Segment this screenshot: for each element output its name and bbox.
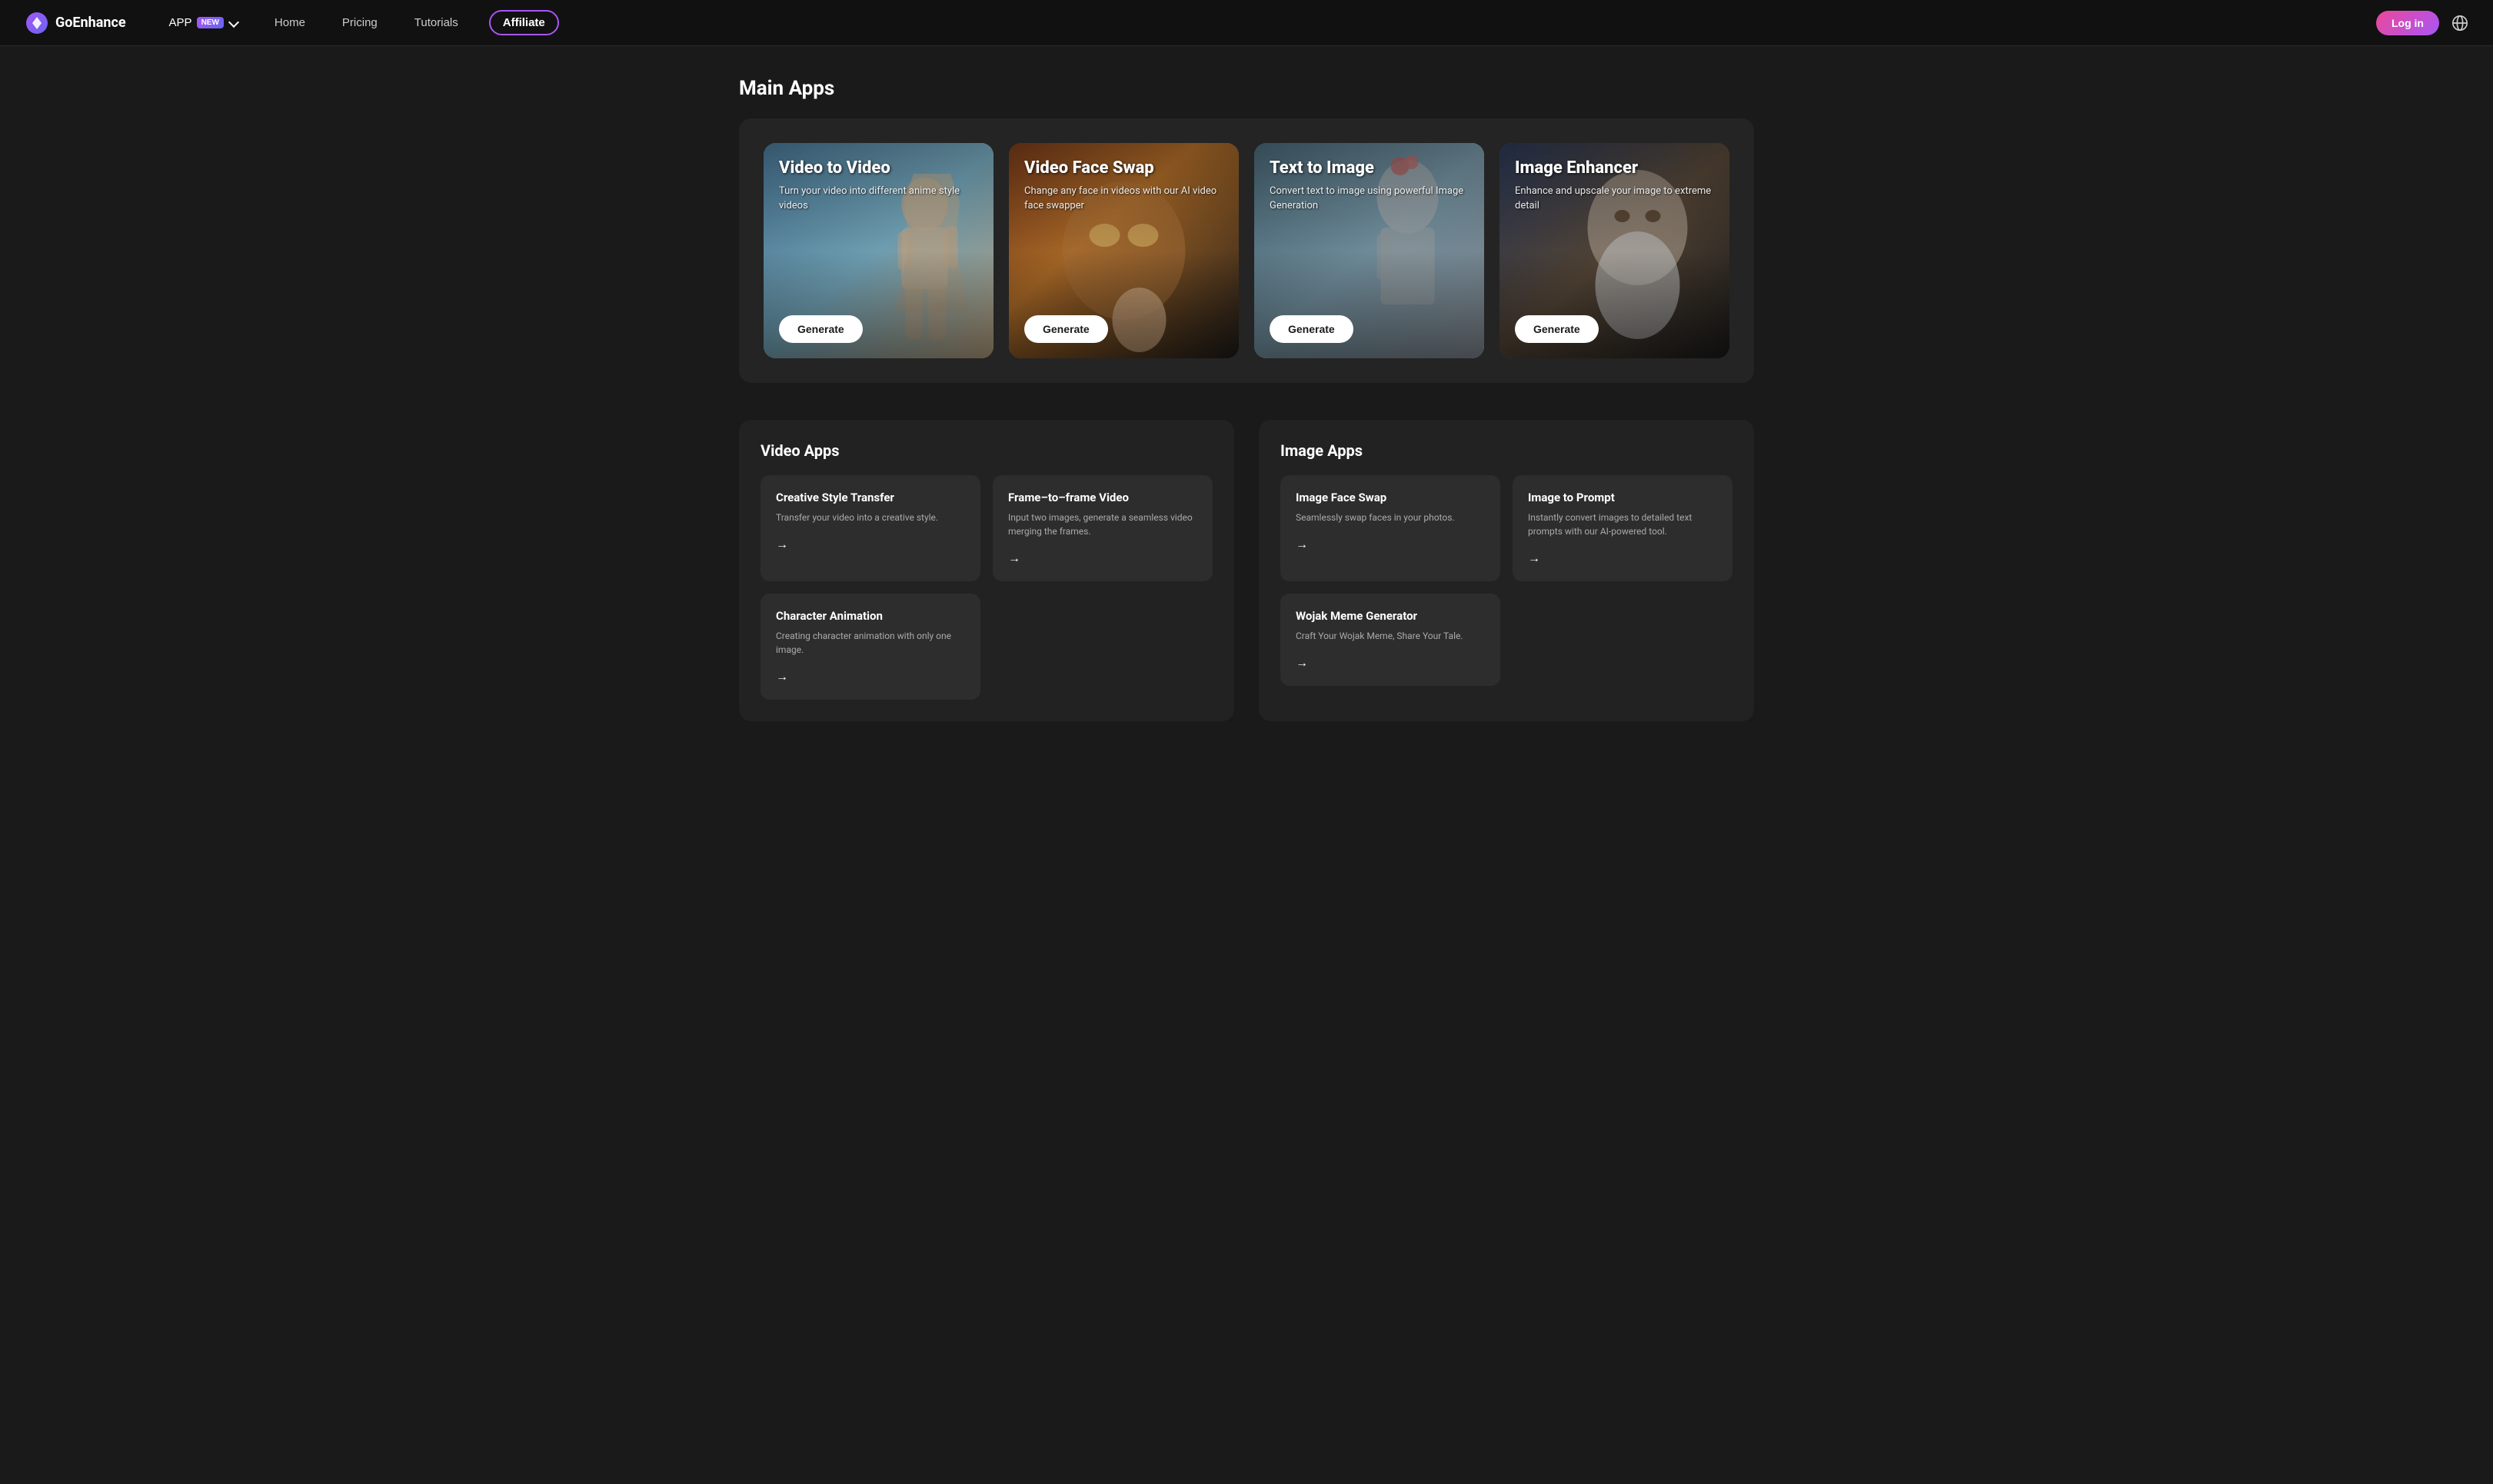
image-apps-grid: Image Face Swap Seamlessly swap faces in… — [1280, 475, 1732, 686]
ftf-arrow[interactable]: → — [1008, 551, 1020, 566]
card-image-enhancer[interactable]: Image Enhancer Enhance and upscale your … — [1499, 143, 1729, 358]
cst-arrow[interactable]: → — [776, 537, 788, 552]
card-overlay-v2v: Video to Video Turn your video into diff… — [764, 143, 994, 358]
card-image-face-swap[interactable]: Image Face Swap Seamlessly swap faces in… — [1280, 475, 1500, 581]
new-badge: New — [197, 17, 224, 28]
vfs-desc: Change any face in videos with our AI vi… — [1024, 185, 1223, 212]
app-menu-button[interactable]: APP New — [163, 12, 244, 34]
chevron-down-icon — [228, 16, 239, 27]
video-apps-grid: Creative Style Transfer Transfer your vi… — [761, 475, 1213, 700]
card-overlay-t2i: Text to Image Convert text to image usin… — [1254, 143, 1484, 358]
vfs-title: Video Face Swap — [1024, 158, 1223, 178]
v2v-generate-button[interactable]: Generate — [779, 315, 863, 343]
card-creative-style-transfer[interactable]: Creative Style Transfer Transfer your vi… — [761, 475, 980, 581]
pricing-nav-link[interactable]: Pricing — [336, 12, 384, 34]
main-apps-grid: Video to Video Turn your video into diff… — [764, 143, 1729, 358]
card-character-animation[interactable]: Character Animation Creating character a… — [761, 594, 980, 700]
v2v-desc: Turn your video into different anime sty… — [779, 185, 978, 212]
ftf-desc: Input two images, generate a seamless vi… — [1008, 511, 1197, 538]
image-apps-title: Image Apps — [1280, 441, 1732, 460]
itp-arrow[interactable]: → — [1528, 551, 1540, 566]
t2i-generate-button[interactable]: Generate — [1270, 315, 1353, 343]
card-text-to-image[interactable]: Text to Image Convert text to image usin… — [1254, 143, 1484, 358]
navbar: GoEnhance APP New Home Pricing Tutorials… — [0, 0, 2493, 46]
card-video-to-video[interactable]: Video to Video Turn your video into diff… — [764, 143, 994, 358]
ca-title: Character Animation — [776, 609, 965, 623]
main-apps-container: Video to Video Turn your video into diff… — [739, 118, 1754, 383]
card-top-vfs: Video Face Swap Change any face in video… — [1024, 158, 1223, 315]
ca-desc: Creating character animation with only o… — [776, 629, 965, 657]
ifs-desc: Seamlessly swap faces in your photos. — [1296, 511, 1485, 524]
app-label: APP — [169, 16, 192, 29]
card-frame-to-frame[interactable]: Frame–to–frame Video Input two images, g… — [993, 475, 1213, 581]
main-content: Main Apps — [708, 46, 1785, 752]
card-image-to-prompt[interactable]: Image to Prompt Instantly convert images… — [1513, 475, 1732, 581]
cst-title: Creative Style Transfer — [776, 491, 965, 504]
ca-arrow[interactable]: → — [776, 669, 788, 684]
lower-sections: Video Apps Creative Style Transfer Trans… — [739, 420, 1754, 721]
card-overlay-vfs: Video Face Swap Change any face in video… — [1009, 143, 1239, 358]
v2v-title: Video to Video — [779, 158, 978, 178]
ifs-title: Image Face Swap — [1296, 491, 1485, 504]
brand-name: GoEnhance — [55, 15, 126, 31]
itp-title: Image to Prompt — [1528, 491, 1717, 504]
itp-desc: Instantly convert images to detailed tex… — [1528, 511, 1717, 538]
ifs-arrow[interactable]: → — [1296, 537, 1308, 552]
ftf-title: Frame–to–frame Video — [1008, 491, 1197, 504]
ie-title: Image Enhancer — [1515, 158, 1714, 178]
cst-desc: Transfer your video into a creative styl… — [776, 511, 965, 524]
card-video-face-swap[interactable]: Video Face Swap Change any face in video… — [1009, 143, 1239, 358]
vfs-generate-button[interactable]: Generate — [1024, 315, 1108, 343]
image-apps-section: Image Apps Image Face Swap Seamlessly sw… — [1259, 420, 1754, 721]
affiliate-nav-link[interactable]: Affiliate — [489, 10, 559, 35]
logo[interactable]: GoEnhance — [25, 11, 126, 35]
language-button[interactable] — [2451, 15, 2468, 32]
video-apps-section: Video Apps Creative Style Transfer Trans… — [739, 420, 1234, 721]
ie-generate-button[interactable]: Generate — [1515, 315, 1599, 343]
video-apps-title: Video Apps — [761, 441, 1213, 460]
t2i-title: Text to Image — [1270, 158, 1469, 178]
card-top-ie: Image Enhancer Enhance and upscale your … — [1515, 158, 1714, 315]
card-overlay-ie: Image Enhancer Enhance and upscale your … — [1499, 143, 1729, 358]
tutorials-nav-link[interactable]: Tutorials — [408, 12, 464, 34]
wm-title: Wojak Meme Generator — [1296, 609, 1485, 623]
t2i-desc: Convert text to image using powerful Ima… — [1270, 185, 1469, 212]
logo-icon — [25, 11, 49, 35]
home-nav-link[interactable]: Home — [268, 12, 311, 34]
card-top-v2v: Video to Video Turn your video into diff… — [779, 158, 978, 315]
wm-arrow[interactable]: → — [1296, 655, 1308, 670]
main-apps-title: Main Apps — [739, 77, 1754, 100]
nav-right: Log in — [2376, 11, 2468, 35]
ie-desc: Enhance and upscale your image to extrem… — [1515, 185, 1714, 212]
globe-icon — [2451, 15, 2468, 32]
login-button[interactable]: Log in — [2376, 11, 2439, 35]
card-wojak-meme[interactable]: Wojak Meme Generator Craft Your Wojak Me… — [1280, 594, 1500, 686]
wm-desc: Craft Your Wojak Meme, Share Your Tale. — [1296, 629, 1485, 643]
card-top-t2i: Text to Image Convert text to image usin… — [1270, 158, 1469, 315]
